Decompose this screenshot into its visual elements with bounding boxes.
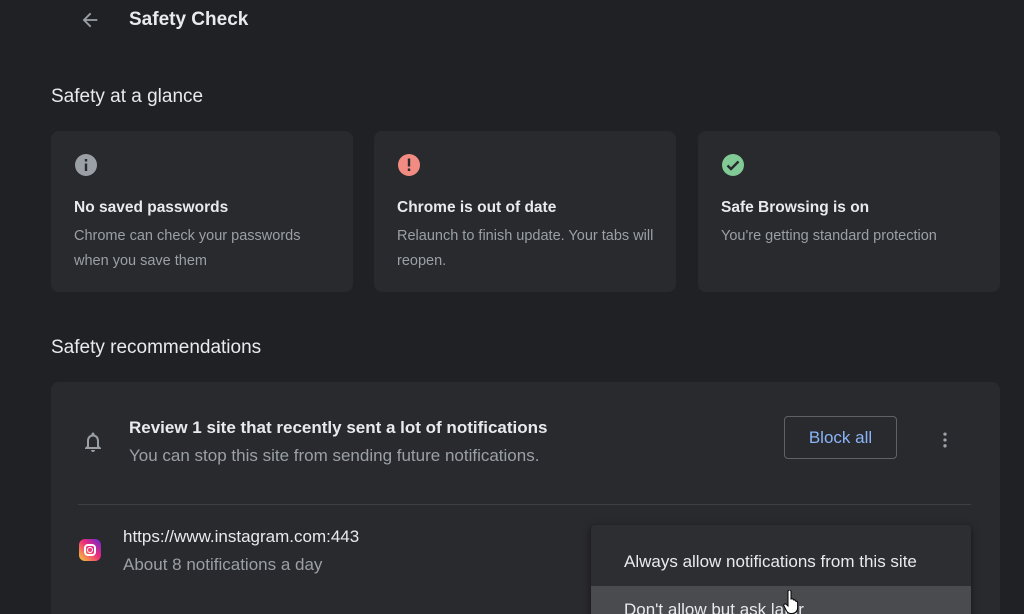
instagram-icon <box>79 539 101 561</box>
notification-review-title: Review 1 site that recently sent a lot o… <box>129 418 548 437</box>
more-vert-icon <box>943 432 947 448</box>
glance-card-update: Chrome is out of date Relaunch to finish… <box>374 131 676 292</box>
card-title: Chrome is out of date <box>397 199 557 216</box>
glance-card-safe-browsing: Safe Browsing is on You're getting stand… <box>698 131 1000 292</box>
more-options-button[interactable] <box>933 428 957 452</box>
block-all-button[interactable]: Block all <box>784 416 897 459</box>
divider <box>78 504 971 505</box>
error-icon <box>398 154 420 176</box>
card-description: Relaunch to finish update. Your tabs wil… <box>397 228 654 269</box>
site-action-menu: Always allow notifications from this sit… <box>591 525 971 614</box>
glance-card-passwords: No saved passwords Chrome can check your… <box>51 131 353 292</box>
card-title: No saved passwords <box>74 199 229 216</box>
card-description: Chrome can check your passwords when you… <box>74 228 301 269</box>
safety-check-page: Safety Check Safety at a glance No saved… <box>0 0 1024 614</box>
notification-review-description: You can stop this site from sending futu… <box>129 446 540 465</box>
site-frequency: About 8 notifications a day <box>123 555 323 574</box>
menu-item-always-allow[interactable]: Always allow notifications from this sit… <box>591 543 971 581</box>
info-icon <box>75 154 97 176</box>
check-circle-icon <box>722 154 744 176</box>
page-header: Safety Check <box>0 0 1024 44</box>
bell-icon <box>85 432 101 452</box>
glance-heading: Safety at a glance <box>51 86 204 107</box>
back-button[interactable] <box>76 6 104 34</box>
menu-item-ask-later[interactable]: Don't allow but ask later <box>591 586 971 614</box>
card-description: You're getting standard protection <box>721 228 937 244</box>
hand-cursor-icon <box>783 590 799 614</box>
card-title: Safe Browsing is on <box>721 199 870 216</box>
arrow-back-icon <box>82 12 98 28</box>
page-title: Safety Check <box>129 9 249 30</box>
recommendations-heading: Safety recommendations <box>51 337 262 358</box>
site-url: https://www.instagram.com:443 <box>123 527 360 546</box>
